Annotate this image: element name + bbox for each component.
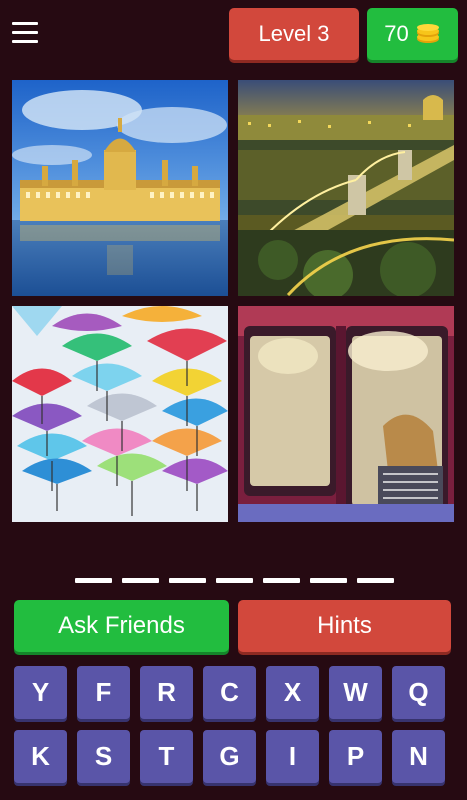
ask-friends-button[interactable]: Ask Friends: [14, 600, 229, 652]
level-label: Level 3: [258, 21, 330, 46]
answer-slot[interactable]: [357, 578, 394, 583]
letter-key[interactable]: C: [203, 666, 256, 719]
answer-slot[interactable]: [263, 578, 300, 583]
ask-friends-label: Ask Friends: [58, 612, 185, 639]
coins-count: 70: [384, 21, 409, 46]
letter-key[interactable]: G: [203, 730, 256, 783]
coins-button[interactable]: 70: [367, 8, 458, 60]
letter-key[interactable]: R: [140, 666, 193, 719]
letter-key[interactable]: Y: [14, 666, 67, 719]
letter-key[interactable]: I: [266, 730, 319, 783]
letter-key[interactable]: T: [140, 730, 193, 783]
letter-key[interactable]: P: [329, 730, 382, 783]
parliament-image: [12, 80, 228, 296]
answer-slots: [75, 578, 395, 584]
answer-slot[interactable]: [169, 578, 206, 583]
puzzle-image-1[interactable]: [12, 80, 228, 296]
coin-stack-icon: [416, 24, 439, 43]
letter-key[interactable]: Q: [392, 666, 445, 719]
letter-keyboard: Y F R C X W Q K S T G I P N: [14, 666, 454, 783]
puzzle-image-3[interactable]: [12, 306, 228, 522]
letter-key[interactable]: X: [266, 666, 319, 719]
letter-key[interactable]: S: [77, 730, 130, 783]
letter-key[interactable]: K: [14, 730, 67, 783]
menu-icon[interactable]: [12, 22, 38, 44]
answer-slot[interactable]: [310, 578, 347, 583]
answer-slot[interactable]: [75, 578, 112, 583]
answer-slot[interactable]: [216, 578, 253, 583]
tram-window-image: [238, 306, 454, 522]
letter-key[interactable]: N: [392, 730, 445, 783]
hints-button[interactable]: Hints: [238, 600, 451, 652]
puzzle-image-4[interactable]: [238, 306, 454, 522]
hints-label: Hints: [317, 612, 372, 639]
letter-key[interactable]: W: [329, 666, 382, 719]
answer-slot[interactable]: [122, 578, 159, 583]
letter-key[interactable]: F: [77, 666, 130, 719]
umbrellas-image: [12, 306, 228, 522]
level-indicator[interactable]: Level 3: [229, 8, 359, 60]
puzzle-image-2[interactable]: [238, 80, 454, 296]
bridge-image: [238, 80, 454, 296]
